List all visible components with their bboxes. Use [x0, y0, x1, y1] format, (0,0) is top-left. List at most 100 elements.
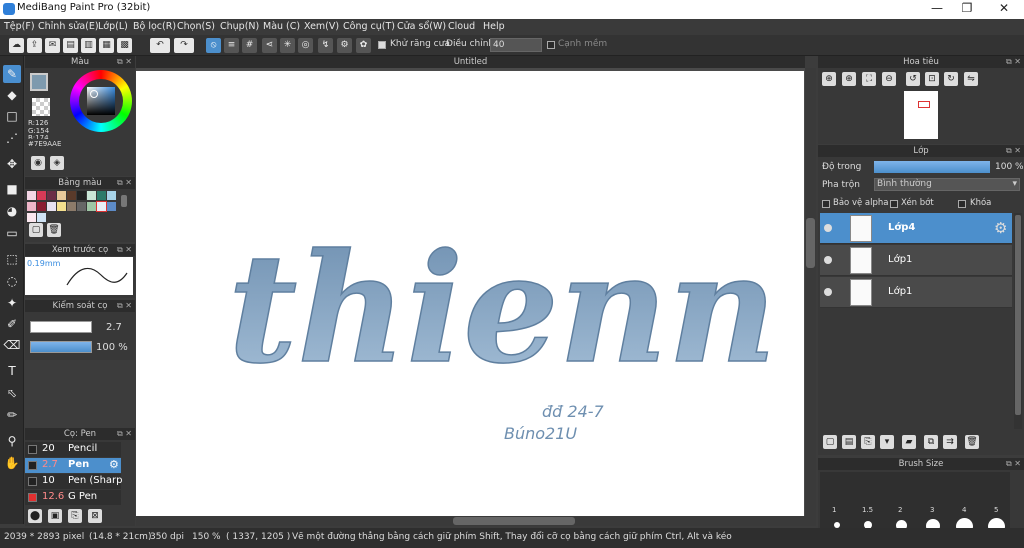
- primary-color-swatch[interactable]: [30, 73, 48, 91]
- page-icon[interactable]: ▦: [99, 38, 114, 53]
- clip-checkbox[interactable]: [890, 200, 898, 208]
- menu-tools[interactable]: Công cụ(T): [343, 21, 395, 32]
- rectangle-tool-icon[interactable]: □: [3, 107, 21, 125]
- eraser-tool-icon[interactable]: ◆: [3, 86, 21, 104]
- vertical-scroll-thumb[interactable]: [806, 218, 815, 268]
- zoom-in-icon[interactable]: ⊕: [822, 72, 836, 86]
- menu-view[interactable]: Xem(V): [304, 21, 339, 32]
- flip-icon[interactable]: ⇋: [964, 72, 978, 86]
- layer-folder-icon[interactable]: ▰: [902, 435, 916, 449]
- navigator-thumbnail[interactable]: [904, 91, 938, 139]
- minimize-button[interactable]: —: [920, 0, 954, 19]
- new-layer-icon[interactable]: ▢: [823, 435, 837, 449]
- undo-icon[interactable]: ↶: [150, 38, 170, 53]
- brush-item-pen-sharp[interactable]: 10 Pen (Sharp: [25, 474, 123, 489]
- document-icon[interactable]: ▥: [81, 38, 96, 53]
- menu-layer[interactable]: Lớp(L): [98, 21, 128, 32]
- palette-mode-icon[interactable]: ◉: [31, 156, 45, 170]
- text-tool-icon[interactable]: T: [3, 362, 21, 380]
- curve-snap-icon[interactable]: ↯: [318, 38, 333, 53]
- rotate-right-icon[interactable]: ↻: [944, 72, 958, 86]
- brush-size-option[interactable]: 1: [832, 506, 836, 514]
- settings-icon[interactable]: ✿: [356, 38, 371, 53]
- antialias-checkbox[interactable]: [378, 41, 386, 49]
- protect-alpha-checkbox[interactable]: [822, 200, 830, 208]
- menu-help[interactable]: Help: [483, 21, 505, 32]
- vanish-snap-icon[interactable]: ⋖: [262, 38, 277, 53]
- brush-size-option[interactable]: 2: [898, 506, 902, 514]
- adjust-input[interactable]: 40: [490, 38, 542, 52]
- redo-icon[interactable]: ↷: [174, 38, 194, 53]
- smooth-checkbox[interactable]: [547, 41, 555, 49]
- layer-settings-icon[interactable]: ⚙: [994, 219, 1007, 237]
- drawing-canvas[interactable]: thienn đđ 24-7 Búno21U: [136, 71, 804, 517]
- dot-tool-icon[interactable]: ⋰: [3, 129, 21, 147]
- layer-row[interactable]: Lớp4 ⚙: [820, 213, 1012, 244]
- brush-size-slider[interactable]: [30, 321, 92, 333]
- circle-snap-icon[interactable]: ◎: [298, 38, 313, 53]
- zoom-out-icon[interactable]: ⊖: [882, 72, 896, 86]
- duplicate-layer-icon[interactable]: ⎘: [861, 435, 875, 449]
- horizontal-scrollbar[interactable]: [136, 516, 816, 526]
- canvas-tab[interactable]: Untitled: [136, 56, 805, 68]
- comment-icon[interactable]: ✉: [45, 38, 60, 53]
- menu-capture[interactable]: Chụp(N): [220, 21, 259, 32]
- hand-tool-icon[interactable]: ✋: [3, 454, 21, 472]
- maximize-button[interactable]: ❐: [950, 0, 984, 19]
- rotate-left-icon[interactable]: ↺: [906, 72, 920, 86]
- move-tool-icon[interactable]: ✥: [3, 155, 21, 173]
- cloud-icon[interactable]: ☁: [9, 38, 24, 53]
- grid-icon[interactable]: ▩: [117, 38, 132, 53]
- select-pen-icon[interactable]: ✐: [3, 315, 21, 333]
- divide-tool-icon[interactable]: ✏: [3, 406, 21, 424]
- brush-size-value[interactable]: 2.7: [106, 322, 122, 333]
- add-brush-icon[interactable]: ⬤: [28, 509, 42, 523]
- brush-item-pen[interactable]: 2.7 Pen ⚙: [25, 458, 121, 473]
- vertical-scrollbar[interactable]: [805, 68, 816, 516]
- brush-folder-icon[interactable]: ▣: [48, 509, 62, 523]
- color-picker-handle[interactable]: [90, 90, 98, 98]
- brush-copy-icon[interactable]: ⎘: [68, 509, 82, 523]
- brush-size-option[interactable]: 5: [994, 506, 998, 514]
- parallel-snap-icon[interactable]: ≡: [224, 38, 239, 53]
- delete-color-icon[interactable]: 🗑: [47, 223, 61, 237]
- layer-scroll-thumb[interactable]: [1015, 215, 1021, 415]
- radial-snap-icon[interactable]: ✳: [280, 38, 295, 53]
- brush-size-option[interactable]: 1.5: [862, 506, 873, 514]
- brush-item-pencil[interactable]: 20 Pencil: [25, 442, 121, 457]
- new-halftone-layer-icon[interactable]: ▤: [842, 435, 856, 449]
- brush-item-g-pen[interactable]: 12.6 G Pen: [25, 490, 121, 505]
- menu-file[interactable]: Tệp(F): [4, 21, 35, 32]
- color-settings-icon[interactable]: ◈: [50, 156, 64, 170]
- layer-row[interactable]: Lớp1: [820, 245, 1012, 276]
- close-button[interactable]: ✕: [987, 0, 1021, 19]
- fit-icon[interactable]: ⛶: [862, 72, 876, 86]
- layer-row[interactable]: Lớp1: [820, 277, 1012, 308]
- blend-mode-select[interactable]: Bình thường ▾: [874, 178, 1020, 191]
- menu-window[interactable]: Cửa sổ(W): [397, 21, 446, 32]
- layer-opacity-slider[interactable]: [874, 161, 990, 173]
- brush-tool-icon[interactable]: ✎: [3, 65, 21, 83]
- magic-wand-icon[interactable]: ✦: [3, 294, 21, 312]
- eyedropper-tool-icon[interactable]: ⚲: [3, 432, 21, 450]
- menu-cloud[interactable]: Cloud: [448, 21, 475, 32]
- bucket-tool-icon[interactable]: ◕: [3, 202, 21, 220]
- operation-tool-icon[interactable]: ⬁: [3, 384, 21, 402]
- secondary-color-swatch[interactable]: [32, 98, 50, 116]
- horizontal-scroll-thumb[interactable]: [453, 517, 575, 525]
- brush-settings-icon[interactable]: ⚙: [109, 458, 119, 471]
- merge-layer-icon[interactable]: ⧉: [924, 435, 938, 449]
- no-snap-icon[interactable]: ⦸: [206, 38, 221, 53]
- share-icon[interactable]: ⇪: [27, 38, 42, 53]
- fill-rect-tool-icon[interactable]: ■: [3, 180, 21, 198]
- message-icon[interactable]: ▤: [63, 38, 78, 53]
- select-tool-icon[interactable]: ⬚: [3, 250, 21, 268]
- brush-delete-icon[interactable]: ⊠: [88, 509, 102, 523]
- brush-opacity-slider[interactable]: [30, 341, 92, 353]
- gradient-tool-icon[interactable]: ▭: [3, 224, 21, 242]
- hue-wheel[interactable]: [70, 70, 132, 132]
- layer-scrollbar[interactable]: [1014, 213, 1022, 429]
- lasso-tool-icon[interactable]: ◌: [3, 272, 21, 290]
- visibility-icon[interactable]: [824, 288, 832, 296]
- menu-edit[interactable]: Chỉnh sửa(E): [38, 21, 99, 32]
